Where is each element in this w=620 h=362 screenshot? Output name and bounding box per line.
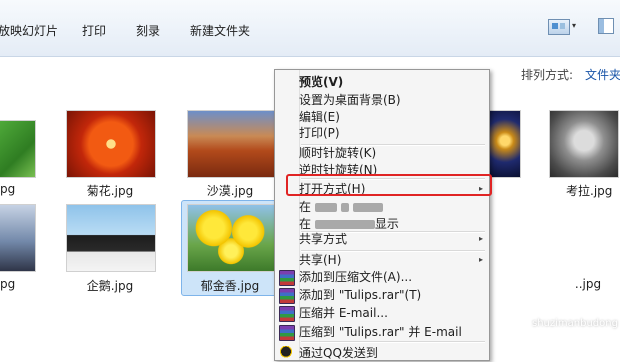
- winrar-archive-icon: [279, 325, 295, 341]
- menu-item-label: 添加到 "Tulips.rar"(T): [299, 288, 422, 302]
- menu-item-compress-tulips-and-email[interactable]: 压缩到 "Tulips.rar" 并 E-mail: [279, 323, 487, 341]
- redacted-text: [340, 203, 349, 212]
- menu-item-label: 压缩并 E-mail...: [299, 306, 388, 320]
- watermark: shuzimanbudong: [532, 318, 618, 329]
- file-label-desert: 沙漠.jpg: [206, 184, 254, 198]
- menu-item-share[interactable]: 共享(H) ▸: [299, 251, 487, 269]
- file-label-tulips: 郁金香.jpg: [200, 279, 260, 293]
- submenu-arrow-icon: ▸: [478, 234, 483, 243]
- menu-item-label: 打印(P): [299, 126, 340, 140]
- file-label-chrysanthemum: 菊花.jpg: [86, 184, 134, 198]
- menu-item-blurred[interactable]: 在: [299, 198, 487, 216]
- redacted-text: [352, 203, 383, 212]
- winrar-archive-icon: [279, 306, 295, 322]
- thumbnail-image[interactable]: [0, 120, 36, 178]
- thumbnail-image[interactable]: [0, 204, 36, 272]
- menu-item-add-to-tulips-rar[interactable]: 添加到 "Tulips.rar"(T): [279, 286, 487, 304]
- menu-item-send-via-qq[interactable]: 通过QQ发送到: [279, 344, 487, 362]
- menu-item-label: 添加到压缩文件(A)...: [299, 270, 413, 284]
- menu-item-label: 压缩到 "Tulips.rar" 并 E-mail: [299, 325, 462, 339]
- menu-item-add-to-archive[interactable]: 添加到压缩文件(A)...: [279, 268, 487, 286]
- annotation-highlight-box: [286, 174, 492, 196]
- menu-item-print[interactable]: 打印(P): [299, 124, 487, 142]
- menu-item-set-desktop-background[interactable]: 设置为桌面背景(B): [299, 91, 487, 109]
- thumbnail-jellyfish[interactable]: [489, 110, 521, 178]
- new-folder-button[interactable]: 新建文件夹: [190, 22, 250, 39]
- menu-separator: [301, 341, 485, 343]
- file-label-koala: 考拉.jpg: [566, 184, 613, 198]
- thumbnail-desert[interactable]: [187, 110, 275, 178]
- qq-penguin-icon: [279, 346, 293, 360]
- menu-item-label: 共享(H): [299, 253, 342, 267]
- arrange-by-label: 排列方式:: [521, 68, 574, 82]
- menu-item-rotate-clockwise[interactable]: 顺时针旋转(K): [299, 144, 487, 162]
- command-toolbar: 放映幻灯片 打印 刻录 新建文件夹 ▾: [0, 0, 620, 57]
- arrange-by-dropdown[interactable]: 文件夹: [585, 66, 620, 83]
- menu-item-compress-and-email[interactable]: 压缩并 E-mail...: [279, 304, 487, 322]
- slideshow-button[interactable]: 放映幻灯片: [0, 22, 58, 39]
- preview-pane-icon[interactable]: [598, 18, 614, 34]
- thumbnail-penguins[interactable]: [66, 204, 156, 272]
- redacted-text: [314, 220, 375, 229]
- print-button[interactable]: 打印: [82, 22, 106, 39]
- winrar-archive-icon: [279, 288, 295, 304]
- change-view-icon[interactable]: [548, 19, 570, 35]
- file-label: ..jpg: [574, 277, 602, 291]
- redacted-text: [314, 203, 337, 212]
- menu-item-label: 在: [299, 198, 383, 216]
- winrar-archive-icon: [279, 270, 295, 286]
- thumbnail-koala[interactable]: [549, 110, 619, 178]
- menu-item-label: 通过QQ发送到: [299, 346, 378, 360]
- file-label: jpg: [0, 277, 16, 291]
- menu-item-label: 共享方式: [299, 232, 348, 246]
- menu-item-label: 预览(V): [299, 75, 344, 89]
- thumbnail-chrysanthemum[interactable]: [66, 110, 156, 178]
- menu-item-share-with[interactable]: 共享方式 ▸: [299, 230, 487, 248]
- menu-item-label: 设置为桌面背景(B): [299, 93, 401, 107]
- burn-button[interactable]: 刻录: [136, 22, 160, 39]
- submenu-arrow-icon: ▸: [478, 255, 483, 264]
- context-menu: 预览(V) 设置为桌面背景(B) 编辑(E) 打印(P) 顺时针旋转(K) 逆时…: [274, 69, 490, 361]
- file-label: jpg: [0, 182, 16, 196]
- menu-item-label: 顺时针旋转(K): [299, 146, 377, 160]
- view-options-dropdown-icon[interactable]: ▾: [572, 21, 576, 30]
- thumbnail-tulips[interactable]: [187, 204, 275, 272]
- menu-item-preview[interactable]: 预览(V): [299, 73, 487, 91]
- file-label-penguins: 企鹅.jpg: [86, 279, 134, 293]
